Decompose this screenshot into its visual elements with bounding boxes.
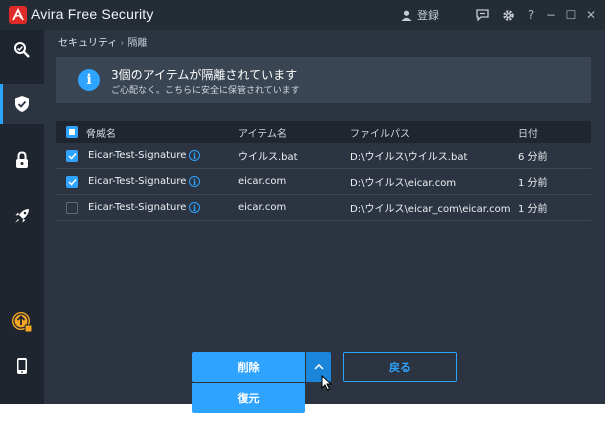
mobile-icon <box>17 358 27 374</box>
row-item: ウイルス.bat <box>238 152 298 163</box>
header-date[interactable]: 日付 <box>518 121 538 143</box>
table-row[interactable]: Eicar-Test-Signature i eicar.com D:\ウイルス… <box>56 169 591 195</box>
breadcrumb: セキュリティ › 隔離 <box>58 34 147 49</box>
quarantine-table: 脅威名 アイテム名 ファイルパス 日付 Eicar-Test-Signature… <box>56 121 591 221</box>
minimize-button[interactable]: − <box>543 7 559 23</box>
sidebar-item-mobile[interactable] <box>0 346 44 386</box>
gear-icon <box>502 9 514 21</box>
header-item[interactable]: アイテム名 <box>238 121 287 143</box>
check-icon <box>67 152 77 160</box>
quarantine-banner: i 3個のアイテムが隔離されています ご心配なく。こちらに安全に保管されています <box>56 57 591 103</box>
sidebar-item-upgrade[interactable] <box>0 302 44 342</box>
row-threat: Eicar-Test-Signature <box>88 176 187 187</box>
row-date: 1 分前 <box>518 204 548 215</box>
login-button[interactable]: 登録 <box>401 7 439 23</box>
breadcrumb-current: 隔離 <box>127 38 148 49</box>
select-all-checkbox[interactable] <box>66 121 78 143</box>
app-title: Avira Free Security <box>31 6 154 22</box>
header-path[interactable]: ファイルパス <box>350 121 410 143</box>
feedback-button[interactable] <box>474 7 490 23</box>
checkbox-checked <box>66 149 78 162</box>
info-icon: i <box>78 69 100 91</box>
login-label: 登録 <box>417 9 439 22</box>
header-threat[interactable]: 脅威名 <box>86 121 116 143</box>
checkbox-unchecked <box>66 201 78 214</box>
row-threat: Eicar-Test-Signature <box>88 150 187 161</box>
help-button[interactable]: ? <box>523 7 539 23</box>
row-checkbox[interactable] <box>66 169 78 194</box>
info-icon: i <box>189 176 200 187</box>
row-path: D:\ウイルス\eicar.com <box>350 178 457 189</box>
row-item: eicar.com <box>238 176 287 187</box>
check-icon <box>67 178 77 186</box>
title-bar: Avira Free Security 登録 ? − ☐ ✕ <box>0 0 605 30</box>
info-icon: i <box>189 150 200 161</box>
feedback-icon <box>475 9 489 21</box>
settings-button[interactable] <box>500 7 516 23</box>
row-path: D:\ウイルス\ウイルス.bat <box>350 152 468 163</box>
avira-logo-icon <box>9 6 27 24</box>
info-icon: i <box>189 202 200 213</box>
threat-info-button[interactable]: i <box>189 195 200 220</box>
banner-subtitle: ご心配なく。こちらに安全に保管されています <box>111 86 300 96</box>
shield-check-icon <box>15 96 29 112</box>
rocket-icon <box>15 209 29 223</box>
chevron-up-icon <box>313 364 324 370</box>
back-button[interactable]: 戻る <box>343 352 457 382</box>
sidebar-item-security[interactable] <box>0 84 44 124</box>
table-row[interactable]: Eicar-Test-Signature i eicar.com D:\ウイルス… <box>56 195 591 221</box>
maximize-button[interactable]: ☐ <box>563 7 579 23</box>
row-checkbox[interactable] <box>66 143 78 168</box>
banner-title: 3個のアイテムが隔離されています <box>111 68 298 82</box>
row-path: D:\ウイルス\eicar_com\eicar.com <box>350 204 511 215</box>
breadcrumb-parent[interactable]: セキュリティ <box>58 38 117 49</box>
app-window: Avira Free Security 登録 ? − ☐ ✕ セキュリティ › … <box>0 0 605 404</box>
table-row[interactable]: Eicar-Test-Signature i ウイルス.bat D:\ウイルス\… <box>56 143 591 169</box>
close-button[interactable]: ✕ <box>583 7 599 23</box>
breadcrumb-separator: › <box>120 38 125 49</box>
threat-info-button[interactable]: i <box>189 143 200 168</box>
delete-button[interactable]: 削除 <box>192 352 305 382</box>
sidebar-item-privacy[interactable] <box>0 140 44 180</box>
table-header: 脅威名 アイテム名 ファイルパス 日付 <box>56 121 591 143</box>
restore-menu-item[interactable]: 復元 <box>192 383 305 413</box>
sidebar <box>0 30 44 404</box>
upgrade-icon <box>12 312 33 333</box>
threat-info-button[interactable]: i <box>189 169 200 194</box>
checkbox-checked <box>66 175 78 188</box>
row-date: 1 分前 <box>518 178 548 189</box>
row-threat: Eicar-Test-Signature <box>88 202 187 213</box>
checkbox-partial <box>66 126 78 138</box>
user-icon <box>401 10 412 21</box>
mouse-cursor-icon <box>321 375 333 391</box>
scan-icon <box>14 42 30 58</box>
row-date: 6 分前 <box>518 152 548 163</box>
sidebar-item-performance[interactable] <box>0 196 44 236</box>
row-item: eicar.com <box>238 202 287 213</box>
sidebar-item-scan[interactable] <box>0 30 44 70</box>
row-checkbox[interactable] <box>66 195 78 220</box>
lock-icon <box>16 151 28 168</box>
